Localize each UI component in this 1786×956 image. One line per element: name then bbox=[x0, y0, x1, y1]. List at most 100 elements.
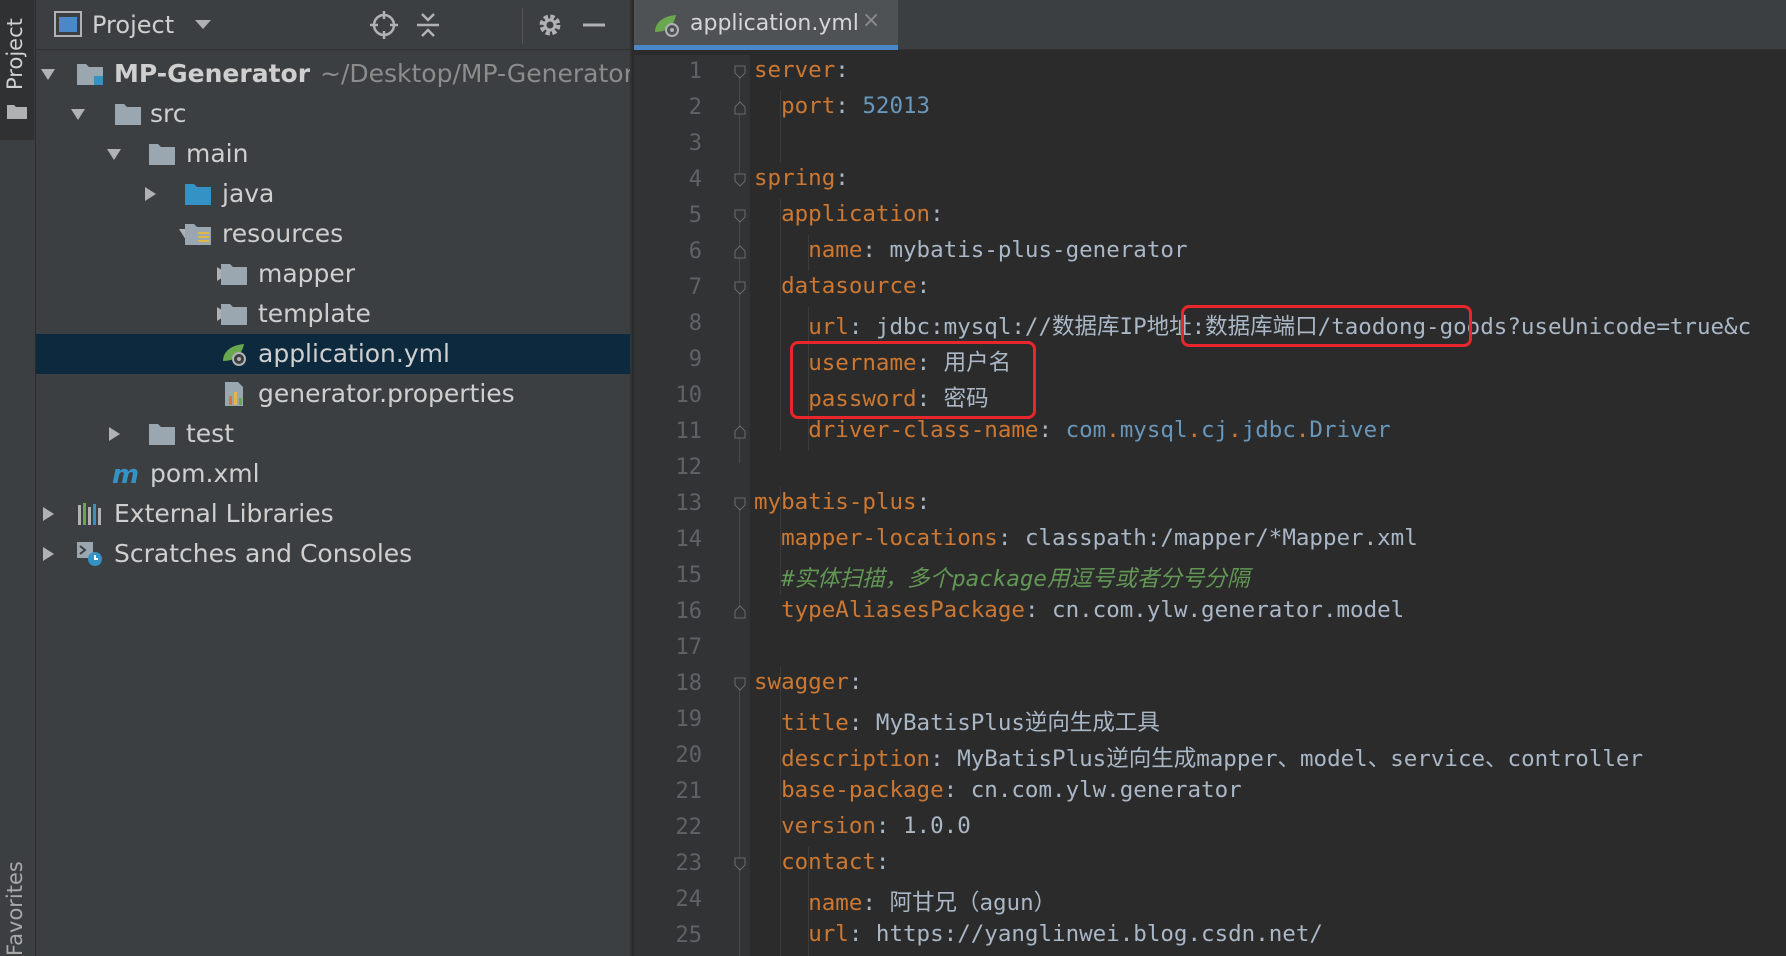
tree-item-external-libraries[interactable]: External Libraries bbox=[36, 494, 630, 534]
spring-yml-icon bbox=[655, 15, 679, 37]
tree-item-label: resources bbox=[222, 219, 344, 248]
tree-item-label: mapper bbox=[258, 259, 356, 288]
tree-item-resources[interactable]: resources bbox=[36, 214, 630, 254]
fold-close-icon[interactable] bbox=[734, 425, 746, 439]
project-view-selector[interactable]: Project bbox=[92, 11, 174, 39]
yaml-value: MyBatisPlus逆向生成mapper、model、service、cont… bbox=[957, 746, 1644, 772]
yaml-value: jdbc bbox=[1241, 417, 1296, 443]
yaml-key: description bbox=[781, 746, 931, 772]
collapse-all-icon[interactable] bbox=[412, 9, 444, 41]
tree-item-label: application.yml bbox=[258, 339, 450, 368]
tree-item-test[interactable]: test bbox=[36, 414, 630, 454]
yaml-value: 阿甘兄（agun） bbox=[889, 890, 1057, 916]
properties-icon bbox=[225, 382, 243, 406]
line-number: 10 bbox=[675, 383, 703, 408]
line-number: 11 bbox=[675, 419, 703, 444]
fold-open-icon[interactable] bbox=[734, 677, 746, 691]
line-number: 4 bbox=[688, 167, 702, 192]
line-number: 20 bbox=[675, 743, 703, 768]
yaml-key: driver-class-name bbox=[808, 417, 1039, 443]
yaml-value: mysql bbox=[1119, 417, 1188, 443]
fold-close-icon[interactable] bbox=[734, 101, 746, 115]
favorites-tool-label[interactable]: Favorites bbox=[3, 861, 27, 956]
yaml-key: server bbox=[754, 57, 836, 83]
chevron-down-icon[interactable] bbox=[192, 14, 214, 34]
code-line: datasource: bbox=[781, 273, 931, 299]
code-line: base-package: cn.com.ylw.generator bbox=[781, 777, 1242, 803]
yaml-value: https://yanglinwei.blog.csdn.net/ bbox=[875, 921, 1323, 947]
fold-guide bbox=[739, 687, 740, 956]
fold-guide bbox=[739, 507, 740, 607]
tab-label: application.yml bbox=[690, 11, 859, 36]
yaml-key: url bbox=[808, 921, 849, 947]
tree-item-label: MP-Generator bbox=[114, 59, 311, 88]
yaml-comment: #实体扫描，多个package用逗号或者分号分隔 bbox=[781, 566, 1250, 592]
fold-close-icon[interactable] bbox=[734, 245, 746, 259]
yaml-value: mybatis-plus-generator bbox=[889, 237, 1188, 263]
tab-application-yml[interactable]: application.yml × bbox=[634, 0, 898, 50]
chevron-down-icon[interactable] bbox=[106, 146, 122, 162]
locate-file-icon[interactable] bbox=[368, 9, 400, 41]
scratches-icon bbox=[77, 542, 102, 566]
line-number: 18 bbox=[675, 671, 703, 696]
chevron-down-icon[interactable] bbox=[70, 106, 86, 122]
fold-close-icon[interactable] bbox=[734, 605, 746, 619]
fold-open-icon[interactable] bbox=[734, 209, 746, 223]
line-number: 14 bbox=[675, 527, 703, 552]
tree-item-template[interactable]: template bbox=[36, 294, 630, 334]
tree-item-src[interactable]: src bbox=[36, 94, 630, 134]
fold-open-icon[interactable] bbox=[734, 857, 746, 871]
chevron-right-icon[interactable] bbox=[40, 546, 56, 562]
chevron-right-icon[interactable] bbox=[142, 186, 158, 202]
project-tool-window-tab[interactable]: Project bbox=[0, 0, 34, 140]
line-number: 8 bbox=[688, 311, 702, 336]
yaml-key: mapper-locations bbox=[781, 525, 998, 551]
yaml-key: base-package bbox=[781, 777, 944, 803]
source-folder-icon bbox=[185, 184, 211, 205]
highlight-box-url-host-port bbox=[1181, 305, 1472, 347]
fold-open-icon[interactable] bbox=[734, 497, 746, 511]
project-panel: Project MP-Generator ~/Desktop/MP-Genera… bbox=[36, 0, 632, 956]
tree-item-pom-xml[interactable]: m pom.xml bbox=[36, 454, 630, 494]
tree-item-generator-properties[interactable]: generator.properties bbox=[36, 374, 630, 414]
folder-icon bbox=[221, 264, 247, 285]
folder-icon bbox=[221, 304, 247, 325]
yaml-key: application bbox=[781, 201, 931, 227]
fold-open-icon[interactable] bbox=[734, 173, 746, 187]
folder-icon bbox=[7, 105, 27, 119]
tree-item-label: generator.properties bbox=[258, 379, 515, 408]
tree-item-label: java bbox=[222, 179, 275, 208]
hide-panel-icon[interactable] bbox=[578, 9, 610, 41]
fold-open-icon[interactable] bbox=[734, 65, 746, 79]
code-line: mapper-locations: classpath:/mapper/*Map… bbox=[781, 525, 1418, 551]
spring-yml-icon bbox=[223, 344, 246, 366]
line-number: 15 bbox=[675, 563, 703, 588]
line-number: 19 bbox=[675, 707, 703, 732]
line-number: 7 bbox=[688, 275, 702, 300]
line-number: 21 bbox=[675, 779, 703, 804]
tree-item-main[interactable]: main bbox=[36, 134, 630, 174]
code-line: contact: bbox=[781, 849, 890, 875]
line-number: 3 bbox=[688, 131, 702, 156]
tree-item-scratches-and-consoles[interactable]: Scratches and Consoles bbox=[36, 534, 630, 574]
highlight-box-credentials bbox=[790, 341, 1036, 419]
chevron-down-icon[interactable] bbox=[40, 66, 56, 82]
chevron-right-icon[interactable] bbox=[40, 506, 56, 522]
line-number: 1 bbox=[688, 59, 702, 84]
code-line: title: MyBatisPlus逆向生成工具 bbox=[781, 710, 1160, 736]
code-line: url: https://yanglinwei.blog.csdn.net/ bbox=[808, 921, 1323, 947]
close-icon[interactable]: × bbox=[862, 8, 880, 33]
folder-icon bbox=[149, 424, 175, 445]
tree-item-mp-generator[interactable]: MP-Generator ~/Desktop/MP-Generator bbox=[36, 54, 630, 94]
tree-item-mapper[interactable]: mapper bbox=[36, 254, 630, 294]
yaml-value: cn.com.ylw.generator.model bbox=[1052, 597, 1405, 623]
tree-item-label: Scratches and Consoles bbox=[114, 539, 413, 568]
tree-item-java[interactable]: java bbox=[36, 174, 630, 214]
fold-open-icon[interactable] bbox=[734, 281, 746, 295]
chevron-right-icon[interactable] bbox=[106, 426, 122, 442]
yaml-value: Driver bbox=[1309, 417, 1391, 443]
yaml-key: port bbox=[781, 93, 836, 119]
gear-icon[interactable] bbox=[534, 9, 566, 41]
tree-item-application-yml[interactable]: application.yml bbox=[36, 334, 630, 374]
project-tool-label: Project bbox=[3, 18, 27, 90]
